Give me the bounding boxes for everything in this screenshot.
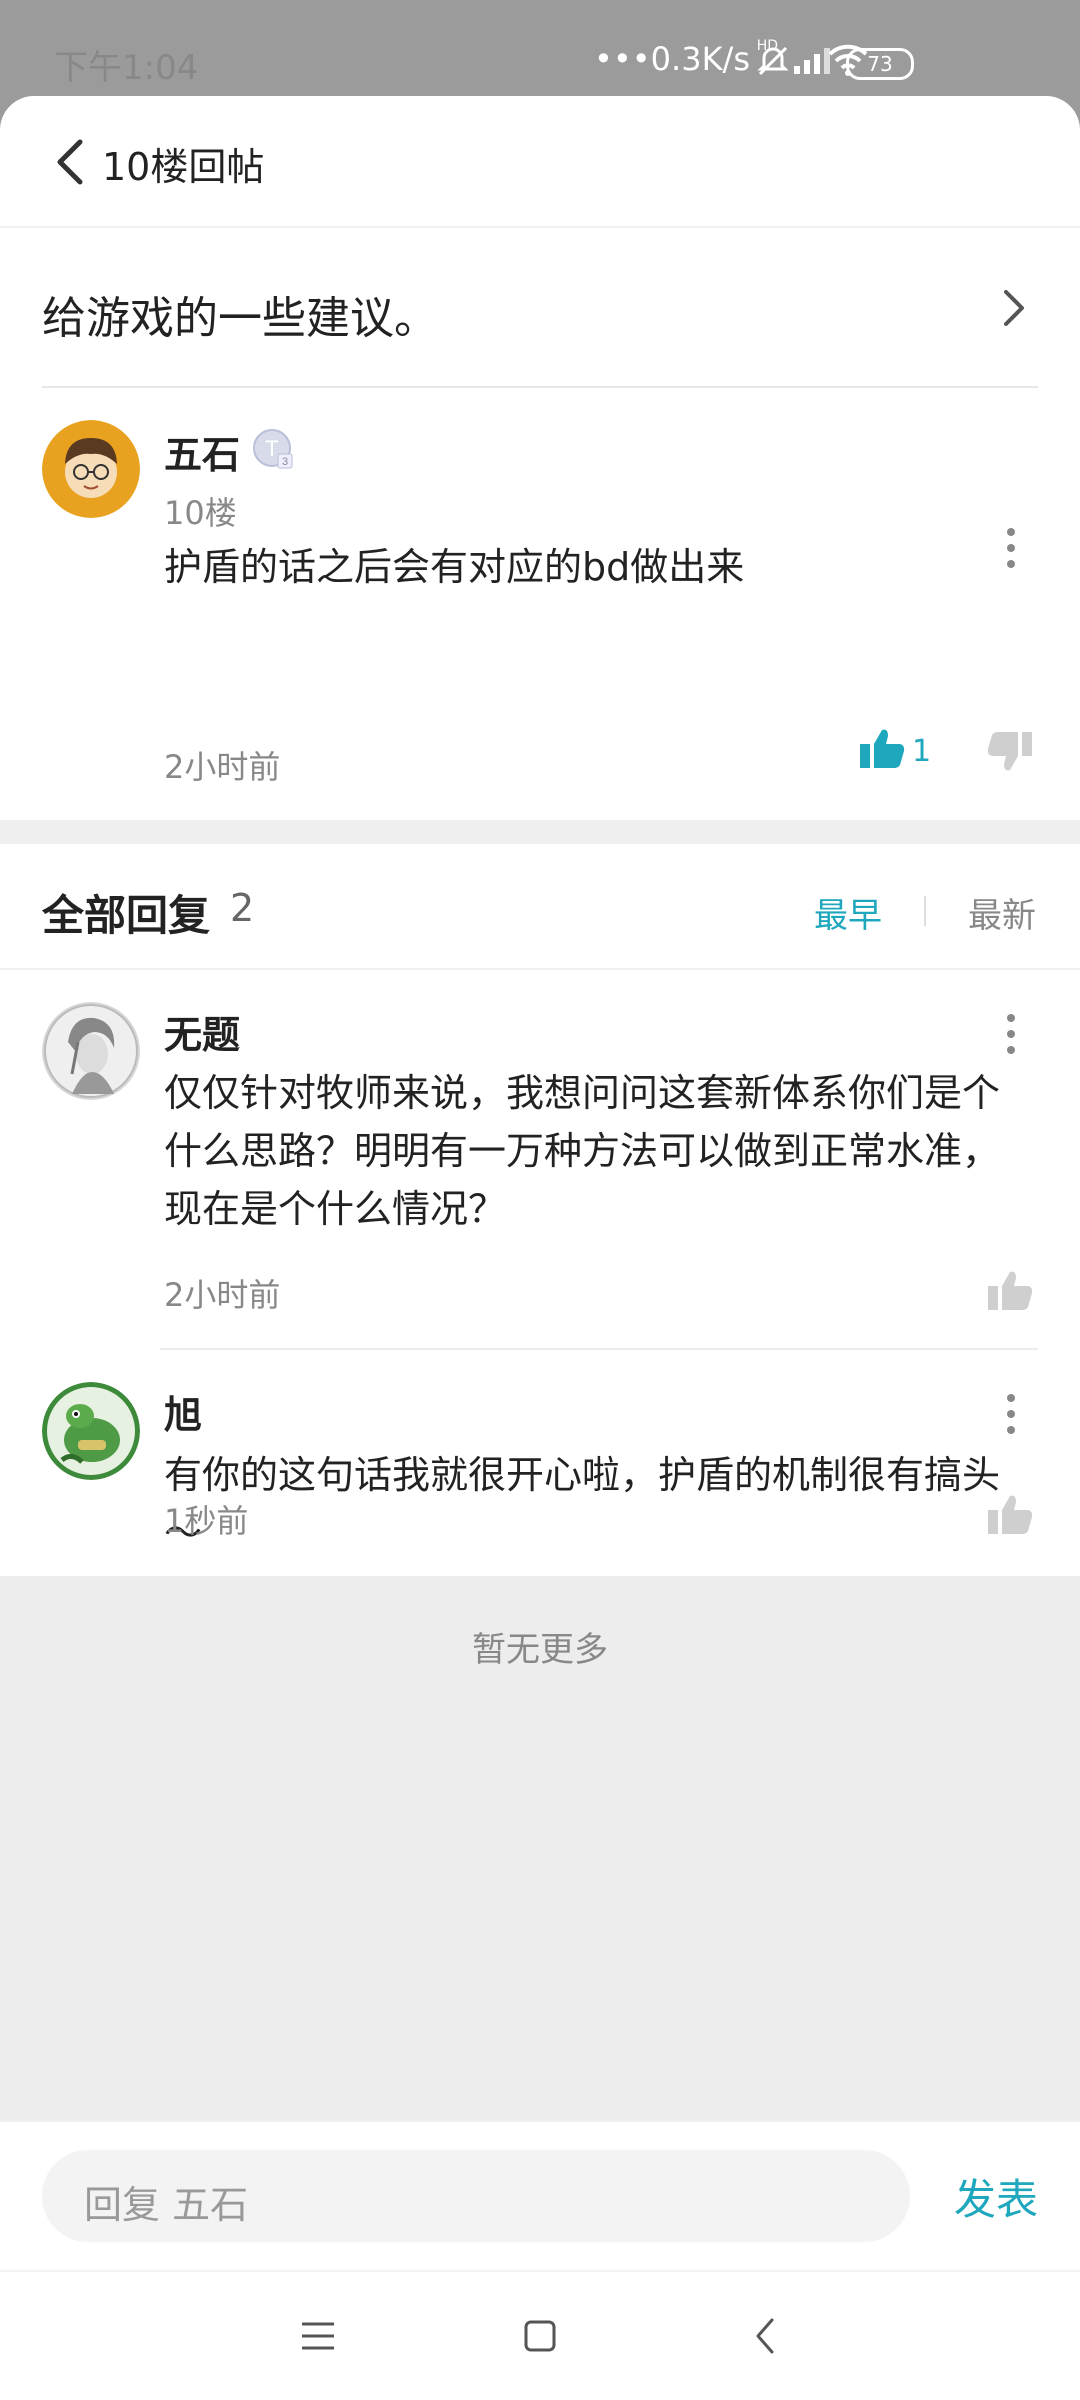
reply-author[interactable]: 旭 [164, 1384, 202, 1439]
hd-label: HD [756, 38, 778, 54]
reply-input-placeholder: 回复 五石 [84, 2183, 249, 2227]
section-separator [0, 820, 1080, 844]
system-nav-bar [0, 2270, 1080, 2400]
reply-panel: 10楼回帖 给游戏的一些建议。 五石 T3 10楼 护盾的话之后会有对应的bd做… [0, 96, 1080, 2400]
send-button[interactable]: 发表 [954, 2166, 1038, 2227]
reply-input-bar: 回复 五石 发表 [0, 2120, 1080, 2272]
level-badge-icon: T3 [252, 428, 296, 472]
svg-text:T: T [265, 436, 278, 461]
page-title: 10楼回帖 [102, 145, 265, 189]
replies-header: 全部回复 2 最早 最新 [0, 844, 1080, 970]
sort-divider [924, 896, 926, 926]
more-icon[interactable] [1004, 526, 1018, 570]
menu-icon[interactable] [296, 2314, 340, 2358]
avatar[interactable] [42, 1382, 140, 1480]
floor-number: 10楼 [164, 494, 237, 532]
avatar[interactable] [42, 1002, 140, 1100]
reply-time: 2小时前 [164, 1276, 281, 1314]
thumbs-up-icon[interactable] [986, 1268, 1034, 1312]
reply-content: 有你的这句话我就很开心啦，护盾的机制很有搞头～ [164, 1453, 1001, 1555]
replies-title: 全部回复 [42, 891, 211, 940]
reply-item: 旭 有你的这句话我就很开心啦，护盾的机制很有搞头～ [0, 1350, 1080, 1576]
status-speed: •••0.3K/s [594, 40, 750, 78]
chevron-right-icon [1002, 286, 1026, 330]
post-content: 护盾的话之后会有对应的bd做出来 [164, 545, 745, 589]
post-time: 2小时前 [164, 748, 281, 786]
signal-icon [792, 44, 832, 80]
sort-newest-button[interactable]: 最新 [968, 888, 1036, 937]
back-nav-icon[interactable] [744, 2314, 788, 2358]
thread-title: 给游戏的一些建议。 [42, 293, 438, 344]
sort-earliest-button[interactable]: 最早 [814, 888, 882, 937]
post-author[interactable]: 五石 [164, 424, 240, 479]
like-count: 1 [912, 734, 932, 769]
home-icon[interactable] [518, 2314, 562, 2358]
original-post: 五石 T3 10楼 护盾的话之后会有对应的bd做出来 2小时前 1 [0, 388, 1080, 820]
reply-time: 1秒前 [164, 1502, 249, 1540]
reply-author[interactable]: 无题 [164, 1004, 240, 1059]
header: 10楼回帖 [0, 96, 1080, 228]
more-icon[interactable] [1004, 1012, 1018, 1056]
thread-link[interactable]: 给游戏的一些建议。 [0, 228, 1080, 388]
thumbs-up-icon[interactable] [986, 1492, 1034, 1536]
reply-item: 无题 仅仅针对牧师来说，我想问问这套新体系你们是个什么思路？明明有一万种方法可以… [0, 968, 1080, 1348]
avatar[interactable] [42, 420, 140, 518]
back-button[interactable] [52, 136, 88, 188]
list-footer: 暂无更多 [0, 1576, 1080, 2120]
thumbs-down-icon[interactable] [986, 730, 1034, 774]
status-time: 下午1:04 [54, 48, 199, 88]
reply-content: 仅仅针对牧师来说，我想问问这套新体系你们是个什么思路？明明有一万种方法可以做到正… [164, 1071, 1001, 1231]
replies-count: 2 [230, 886, 255, 930]
reply-input[interactable]: 回复 五石 [42, 2150, 910, 2242]
more-icon[interactable] [1004, 1392, 1018, 1436]
thumbs-up-icon[interactable] [858, 726, 906, 770]
no-more-label: 暂无更多 [472, 1630, 608, 1670]
status-bar: 下午1:04 •••0.3K/s HD 73 [0, 0, 1080, 96]
svg-text:3: 3 [282, 456, 288, 468]
battery-icon: 73 [846, 48, 914, 80]
